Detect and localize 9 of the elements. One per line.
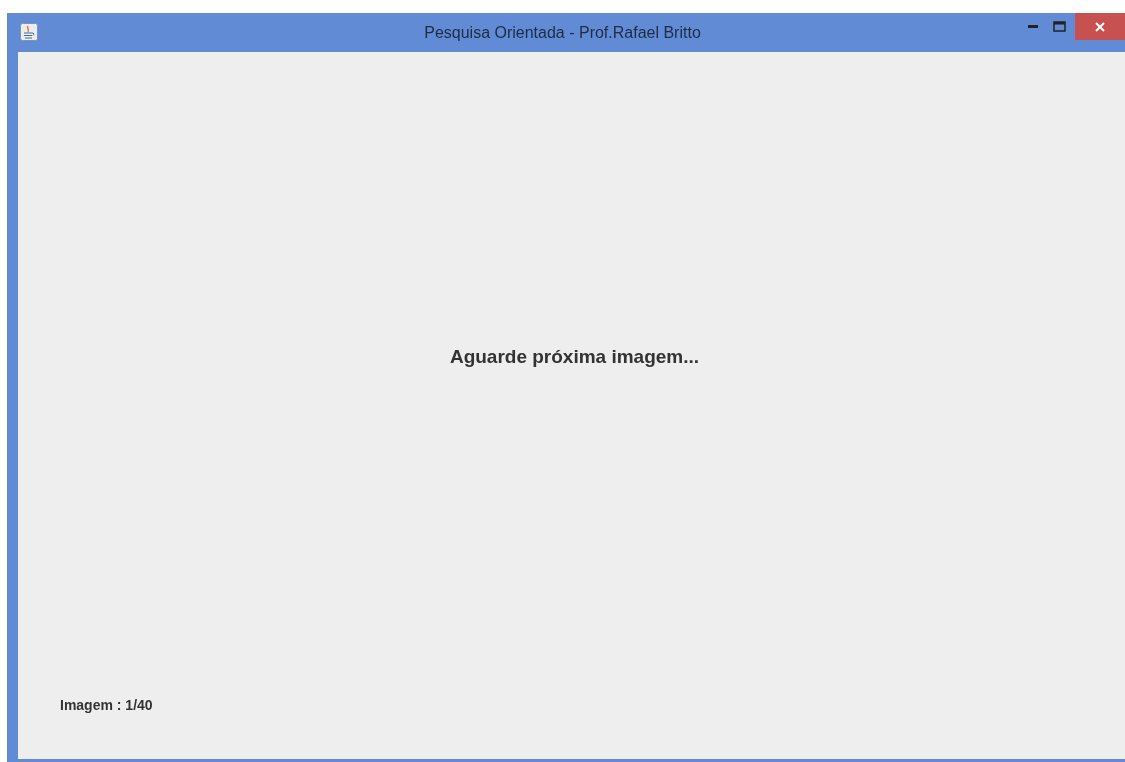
- counter-value: 1/40: [125, 697, 153, 713]
- maximize-icon: [1052, 20, 1066, 32]
- counter-label: Imagem :: [60, 697, 122, 713]
- minimize-icon: [1028, 24, 1038, 28]
- window-title: Pesquisa Orientada - Prof.Rafael Britto: [424, 22, 701, 43]
- status-message: Aguarde próxima imagem...: [448, 345, 700, 370]
- close-button[interactable]: [1075, 13, 1125, 40]
- close-icon: [1095, 21, 1105, 32]
- coffee-cup-icon: [20, 23, 38, 41]
